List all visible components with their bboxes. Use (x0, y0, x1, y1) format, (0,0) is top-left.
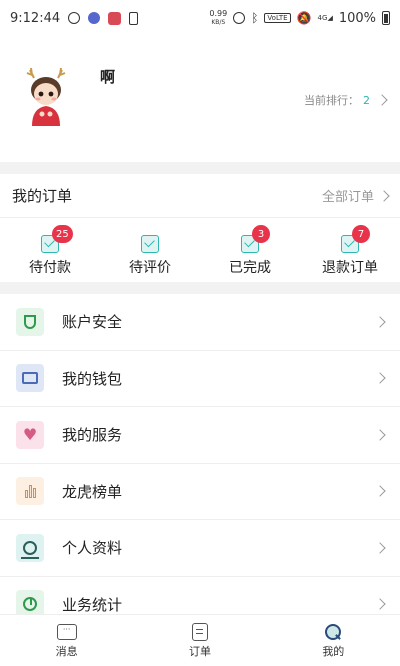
bluetooth-icon: ᛒ (251, 11, 259, 25)
tab-orders[interactable]: 订单 (133, 615, 266, 666)
chevron-right-icon (376, 94, 388, 106)
menu-label: 我的服务 (62, 426, 123, 445)
order-badge: 7 (352, 225, 370, 243)
order-status-row: 25 待付款 待评价 3 已完成 7 退款订单 (0, 219, 400, 281)
menu-label: 账户安全 (62, 313, 123, 332)
rank-value: 2 (363, 93, 370, 107)
wallet-icon (16, 364, 44, 393)
app-notification-icon (68, 12, 81, 24)
chevron-right-icon (374, 316, 386, 328)
bar-chart-icon (16, 477, 44, 506)
order-label: 已完成 (229, 260, 271, 276)
profile-header: 啊 当前排行： 2 (0, 36, 400, 162)
profile-icon (323, 623, 343, 641)
user-icon (16, 533, 44, 562)
order-badge: 3 (252, 225, 270, 243)
order-label: 退款订单 (322, 260, 378, 276)
order-label: 待付款 (29, 260, 71, 276)
battery-icon (382, 11, 390, 25)
net-speed: 0.99 KB/S (209, 8, 228, 27)
all-orders-link[interactable]: 全部订单 (321, 186, 390, 205)
review-order-icon (141, 235, 159, 253)
order-pending-payment[interactable]: 25 待付款 (0, 219, 100, 281)
mute-icon: 🔕 (296, 11, 312, 25)
menu-wallet[interactable]: 我的钱包 (0, 351, 400, 407)
menu-label: 业务统计 (62, 595, 123, 614)
status-time: 9:12:44 (10, 10, 61, 26)
battery-percent: 100% (338, 10, 376, 26)
menu-leaderboard[interactable]: 龙虎榜单 (0, 464, 400, 520)
section-divider (0, 162, 400, 174)
order-badge: 25 (52, 225, 73, 243)
net-speed-value: 0.99 (209, 8, 228, 18)
menu-label: 个人资料 (62, 539, 123, 558)
alarm-icon (233, 12, 246, 24)
rank-label: 当前排行： (304, 94, 359, 107)
status-bar: 9:12:44 0.99 KB/S ᛒ VoLTE 🔕 4G◢ 100% (0, 0, 400, 36)
chevron-right-icon (374, 542, 386, 554)
heart-icon: ♥ (16, 420, 44, 449)
order-completed[interactable]: 3 已完成 (200, 219, 300, 281)
menu-account-security[interactable]: 账户安全 (0, 294, 400, 351)
menu-label: 龙虎榜单 (62, 482, 123, 501)
tab-label: 我的 (322, 644, 345, 658)
volte-badge: VoLTE (264, 13, 291, 23)
star-app-icon (88, 12, 101, 24)
chevron-right-icon (374, 598, 386, 610)
section-divider (0, 282, 400, 294)
avatar[interactable] (20, 66, 72, 128)
chevron-right-icon (378, 189, 390, 202)
signal-icon: 4G◢ (317, 14, 333, 22)
game-app-icon (108, 11, 122, 25)
message-icon: ··· (56, 623, 77, 641)
order-icon (190, 622, 210, 641)
shield-icon (16, 307, 44, 336)
signal-type: 4G (317, 14, 328, 22)
net-speed-unit: KB/S (211, 18, 226, 26)
tab-messages[interactable]: ··· 消息 (0, 615, 133, 666)
username: 啊 (100, 68, 116, 86)
settings-menu: 账户安全 我的钱包 ♥ 我的服务 龙虎榜单 个人资料 业务统计 (0, 294, 400, 633)
order-pending-review[interactable]: 待评价 (100, 219, 200, 281)
orders-title: 我的订单 (12, 187, 73, 205)
phone-app-icon (129, 11, 139, 25)
menu-services[interactable]: ♥ 我的服务 (0, 407, 400, 464)
chevron-right-icon (374, 372, 386, 384)
rank-link[interactable]: 当前排行： 2 (304, 92, 388, 108)
order-label: 待评价 (129, 260, 171, 276)
chevron-right-icon (374, 485, 386, 497)
menu-label: 我的钱包 (62, 369, 123, 388)
orders-header: 我的订单 全部订单 (0, 174, 400, 218)
chevron-right-icon (374, 429, 386, 441)
all-orders-label: 全部订单 (321, 190, 374, 205)
tab-label: 消息 (55, 644, 78, 658)
menu-profile[interactable]: 个人资料 (0, 520, 400, 577)
bottom-tab-bar: ··· 消息 订单 我的 (0, 614, 400, 666)
tab-label: 订单 (188, 644, 211, 658)
order-refund[interactable]: 7 退款订单 (300, 219, 400, 281)
tab-me[interactable]: 我的 (267, 615, 400, 666)
